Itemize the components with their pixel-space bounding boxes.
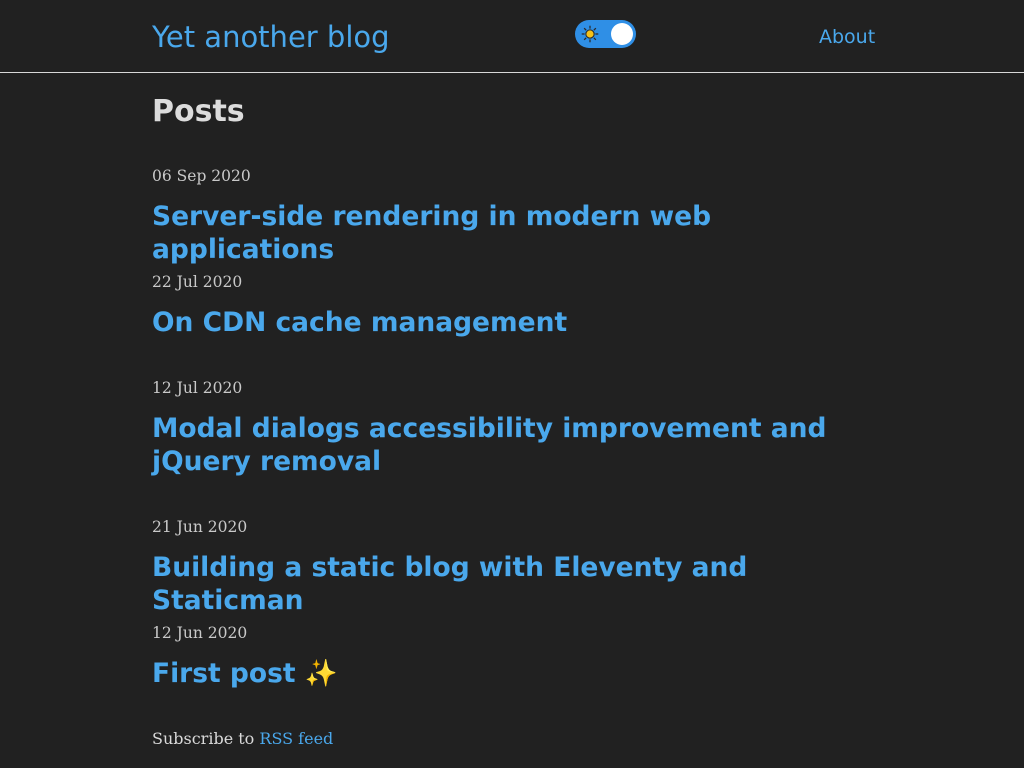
post-date: 06 Sep 2020: [152, 167, 251, 185]
nav-link-about[interactable]: About: [819, 25, 875, 49]
post-date: 22 Jul 2020: [152, 273, 243, 291]
post-item: 12 Jul 2020 Modal dialogs accessibility …: [152, 378, 872, 478]
rss-feed-link[interactable]: RSS feed: [259, 729, 333, 748]
sun-icon: [581, 25, 599, 43]
toggle-knob: [611, 23, 633, 45]
site-header: Yet another blog About: [0, 0, 1024, 73]
post-title-link[interactable]: Building a static blog with Eleventy and…: [152, 551, 832, 617]
site-title-link[interactable]: Yet another blog: [152, 17, 390, 57]
post-date: 21 Jun 2020: [152, 518, 248, 536]
page-title: Posts: [152, 94, 245, 129]
subscribe-label: Subscribe to: [152, 729, 255, 748]
theme-toggle[interactable]: [575, 20, 636, 48]
subscribe-line: Subscribe to RSS feed: [152, 728, 333, 750]
post-title-link[interactable]: On CDN cache management: [152, 306, 832, 339]
post-title-link[interactable]: First post ✨: [152, 657, 832, 690]
post-title-link[interactable]: Server-side rendering in modern web appl…: [152, 200, 832, 266]
post-date: 12 Jun 2020: [152, 624, 248, 642]
post-title-link[interactable]: Modal dialogs accessibility improvement …: [152, 412, 832, 478]
post-item: 12 Jun 2020 First post ✨: [152, 623, 872, 690]
post-item: 06 Sep 2020 Server-side rendering in mod…: [152, 166, 872, 266]
post-date: 12 Jul 2020: [152, 379, 243, 397]
post-item: 22 Jul 2020 On CDN cache management: [152, 272, 872, 339]
post-item: 21 Jun 2020 Building a static blog with …: [152, 517, 872, 617]
